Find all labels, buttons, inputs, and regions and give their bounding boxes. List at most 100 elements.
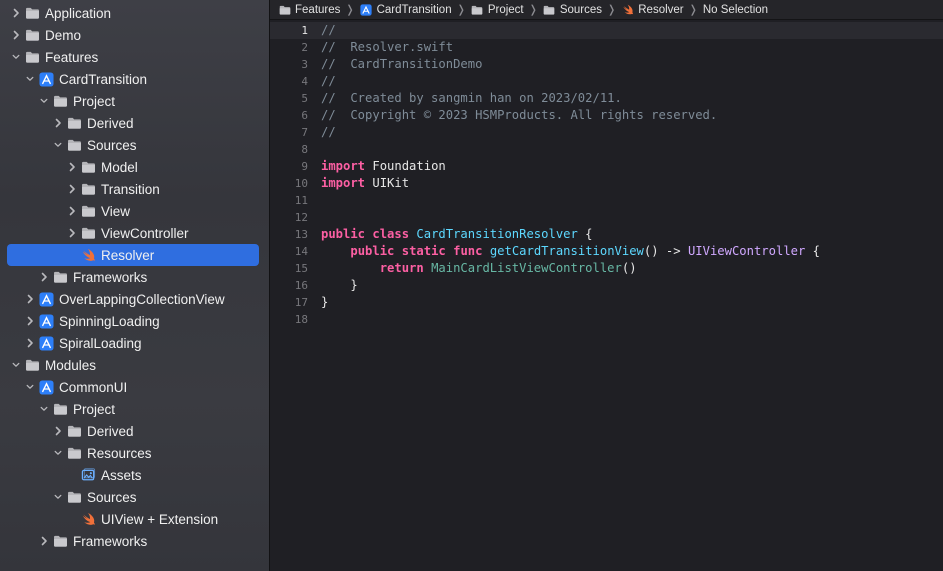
disclosure-chevron-down-icon[interactable] (24, 376, 36, 398)
code-line[interactable]: 14 public static func getCardTransitionV… (270, 243, 943, 260)
code-area[interactable]: 1 // 2 // Resolver.swift 3 // CardTransitionD… (270, 20, 943, 571)
code-token-kw: return (379, 261, 424, 275)
code-text: import UIKit (321, 175, 409, 192)
navigator-item-view[interactable]: View (0, 200, 269, 222)
code-token-comment: // CardTransitionDemo (321, 57, 483, 71)
code-token-comment: // (321, 74, 336, 88)
code-line[interactable]: 12 (270, 209, 943, 226)
navigator-item-frameworks[interactable]: Frameworks (0, 530, 269, 552)
disclosure-chevron-down-icon[interactable] (10, 354, 22, 376)
navigator-item-sources[interactable]: Sources (0, 134, 269, 156)
code-line[interactable]: 7 // (270, 124, 943, 141)
code-line[interactable]: 3 // CardTransitionDemo (270, 56, 943, 73)
disclosure-chevron-right-icon[interactable] (66, 200, 78, 222)
code-token-plain: { (805, 244, 821, 258)
breadcrumb-item-resolver[interactable]: Resolver (621, 3, 684, 16)
code-line[interactable]: 16 } (270, 277, 943, 294)
breadcrumb-item-no-selection[interactable]: No Selection (703, 4, 768, 16)
disclosure-chevron-right-icon[interactable] (38, 266, 50, 288)
code-line[interactable]: 17} (270, 294, 943, 311)
disclosure-chevron-down-icon[interactable] (52, 442, 64, 464)
code-line[interactable]: 6 // Copyright © 2023 HSMProducts. All ri… (270, 107, 943, 124)
navigator-item-application[interactable]: Application (0, 2, 269, 24)
code-line[interactable]: 1 // (270, 22, 943, 39)
disclosure-chevron-right-icon[interactable] (10, 24, 22, 46)
code-line[interactable]: 2 // Resolver.swift (270, 39, 943, 56)
navigator-item-derived[interactable]: Derived (0, 420, 269, 442)
code-token-comment: // Created by sangmin han on 2023/02/11. (321, 91, 622, 105)
disclosure-chevron-down-icon[interactable] (10, 46, 22, 68)
line-number: 10 (294, 177, 308, 190)
line-number: 5 (301, 92, 308, 105)
disclosure-chevron-down-icon[interactable] (52, 486, 64, 508)
disclosure-chevron-right-icon[interactable] (24, 310, 36, 332)
disclosure-chevron-right-icon[interactable] (24, 332, 36, 354)
navigator-item-model[interactable]: Model (0, 156, 269, 178)
navigator-item-label: ViewController (101, 225, 189, 241)
disclosure-chevron-right-icon[interactable] (38, 530, 50, 552)
disclosure-chevron-right-icon[interactable] (10, 2, 22, 24)
code-text: // (321, 124, 336, 141)
navigator-item-sources[interactable]: Sources (0, 486, 269, 508)
jump-bar-breadcrumb: Features ❭ CardTransition ❭ Project ❭ Sources ❭… (270, 0, 943, 20)
line-number: 12 (294, 211, 308, 224)
navigator-item-transition[interactable]: Transition (0, 178, 269, 200)
asset-catalog-icon (80, 464, 96, 486)
code-text: import Foundation (321, 158, 446, 175)
code-line[interactable]: 10 import UIKit (270, 175, 943, 192)
navigator-item-derived[interactable]: Derived (0, 112, 269, 134)
navigator-item-project[interactable]: Project (0, 398, 269, 420)
code-line[interactable]: 11 (270, 192, 943, 209)
disclosure-chevron-down-icon[interactable] (38, 398, 50, 420)
breadcrumb-item-features[interactable]: Features (278, 3, 340, 16)
navigator-item-frameworks[interactable]: Frameworks (0, 266, 269, 288)
navigator-item-overlappingcollectionview[interactable]: OverLappingCollectionView (0, 288, 269, 310)
navigator-item-label: OverLappingCollectionView (59, 291, 225, 307)
disclosure-chevron-right-icon[interactable] (24, 288, 36, 310)
navigator-item-label: SpinningLoading (59, 313, 160, 329)
code-text: public static func getCardTransitionView… (321, 243, 820, 260)
navigator-item-features[interactable]: Features (0, 46, 269, 68)
navigator-item-modules[interactable]: Modules (0, 354, 269, 376)
navigator-item-spiralloading[interactable]: SpiralLoading (0, 332, 269, 354)
code-line[interactable]: 5 // Created by sangmin han on 2023/02/11… (270, 90, 943, 107)
disclosure-chevron-right-icon[interactable] (66, 222, 78, 244)
code-line[interactable]: 4 // (270, 73, 943, 90)
disclosure-chevron-down-icon[interactable] (38, 90, 50, 112)
navigator-item-project[interactable]: Project (0, 90, 269, 112)
code-token-kw: func (453, 244, 483, 258)
breadcrumb-item-project[interactable]: Project (471, 3, 524, 16)
navigator-item-resources[interactable]: Resources (0, 442, 269, 464)
navigator-item-resolver[interactable]: Resolver (0, 244, 269, 266)
navigator-item-label: Transition (101, 181, 160, 197)
folder-icon (66, 134, 82, 156)
navigator-item-label: UIView + Extension (101, 511, 219, 527)
code-line[interactable]: 13 public class CardTransitionResolver { (270, 226, 943, 243)
disclosure-chevron-down-icon[interactable] (52, 134, 64, 156)
line-number: 7 (301, 126, 308, 139)
navigator-item-cardtransition[interactable]: CardTransition (0, 68, 269, 90)
code-line[interactable]: 9 import Foundation (270, 158, 943, 175)
code-line[interactable]: 8 (270, 141, 943, 158)
disclosure-chevron-right-icon[interactable] (66, 156, 78, 178)
disclosure-chevron-down-icon[interactable] (24, 68, 36, 90)
breadcrumb-item-cardtransition[interactable]: CardTransition (360, 3, 452, 16)
navigator-item-uiview-extension[interactable]: UIView + Extension (0, 508, 269, 530)
folder-icon (52, 90, 68, 112)
disclosure-chevron-right-icon[interactable] (52, 420, 64, 442)
breadcrumb-label: Features (295, 3, 341, 16)
navigator-item-spinningloading[interactable]: SpinningLoading (0, 310, 269, 332)
code-line[interactable]: 18 (270, 311, 943, 328)
breadcrumb-item-sources[interactable]: Sources (543, 3, 602, 16)
code-text: return MainCardListViewController() (321, 260, 637, 277)
navigator-item-demo[interactable]: Demo (0, 24, 269, 46)
navigator-item-commonui[interactable]: CommonUI (0, 376, 269, 398)
disclosure-chevron-right-icon[interactable] (66, 178, 78, 200)
navigator-item-viewcontroller[interactable]: ViewController (0, 222, 269, 244)
line-number: 13 (294, 228, 308, 241)
navigator-item-assets[interactable]: Assets (0, 464, 269, 486)
disclosure-chevron-right-icon[interactable] (52, 112, 64, 134)
folder-icon (66, 112, 82, 134)
code-line[interactable]: 15 return MainCardListViewController() (270, 260, 943, 277)
